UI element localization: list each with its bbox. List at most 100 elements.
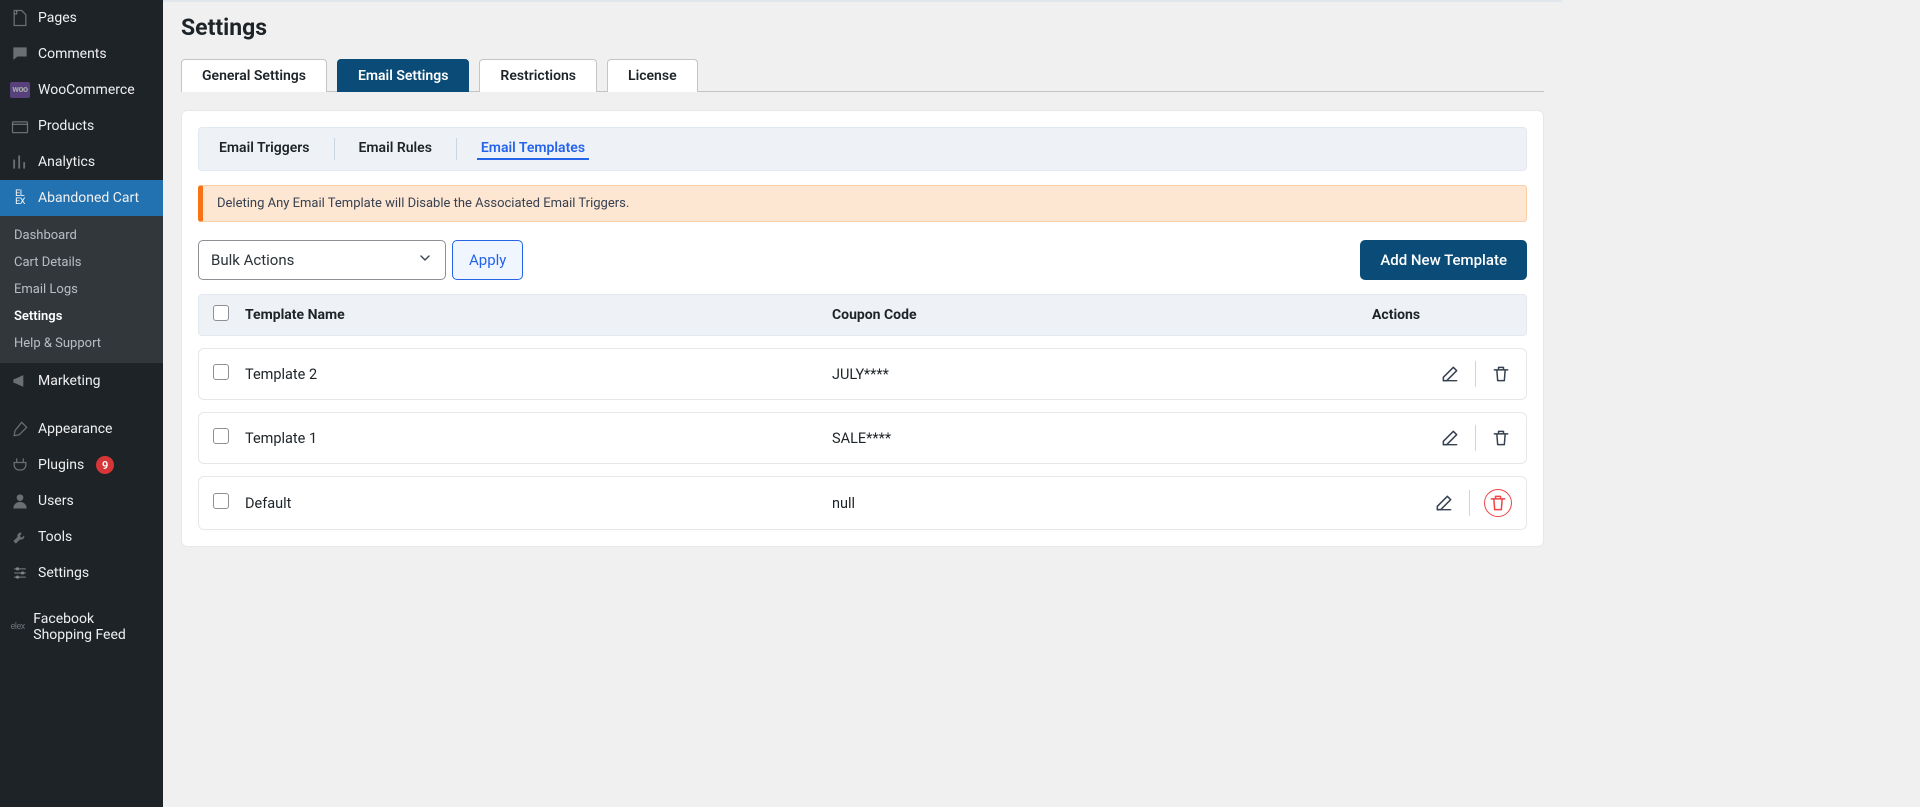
action-divider (1475, 361, 1476, 387)
sidebar-item-label: Settings (38, 565, 89, 581)
header-actions: Actions (1372, 307, 1512, 323)
sidebar-item-woocommerce[interactable]: woo WooCommerce (0, 72, 163, 108)
sidebar-item-label: Tools (38, 529, 72, 545)
wrench-icon (10, 527, 30, 547)
sidebar-item-analytics[interactable]: Analytics (0, 144, 163, 180)
subtab-email-rules[interactable]: Email Rules (355, 138, 436, 160)
sliders-icon (10, 563, 30, 583)
woocommerce-icon: woo (10, 80, 30, 100)
sidebar-item-marketing[interactable]: Marketing (0, 363, 163, 399)
table-row: Default null (198, 476, 1527, 530)
bulk-actions-select[interactable]: Bulk Actions (198, 240, 446, 280)
abandoned-cart-submenu: Dashboard Cart Details Email Logs Settin… (0, 216, 163, 363)
sidebar-item-settings[interactable]: Settings (0, 555, 163, 591)
table-row: Template 1 SALE**** (198, 412, 1527, 464)
table-toolbar: Bulk Actions Apply Add New Template (198, 240, 1527, 280)
subtab-label: Email Triggers (219, 140, 310, 156)
comments-icon (10, 44, 30, 64)
user-icon (10, 491, 30, 511)
sidebar-item-label: WooCommerce (38, 82, 135, 98)
sidebar-item-label: Facebook Shopping Feed (33, 611, 153, 643)
plug-icon (10, 455, 30, 475)
sidebar-item-label: Pages (38, 10, 77, 26)
sidebar-item-label: Abandoned Cart (38, 190, 139, 206)
warning-text: Deleting Any Email Template will Disable… (217, 196, 629, 211)
chevron-down-icon (417, 250, 433, 270)
submenu-dashboard[interactable]: Dashboard (0, 222, 163, 249)
table-header: Template Name Coupon Code Actions (198, 294, 1527, 336)
sidebar-item-label: Products (38, 118, 94, 134)
cell-coupon-code: null (832, 495, 1372, 512)
edit-button[interactable] (1433, 492, 1455, 514)
warning-banner: Deleting Any Email Template will Disable… (198, 185, 1527, 222)
edit-button[interactable] (1439, 427, 1461, 449)
brush-icon (10, 419, 30, 439)
subtab-divider (456, 138, 457, 160)
row-checkbox[interactable] (213, 493, 229, 509)
cell-template-name: Template 1 (245, 430, 832, 447)
sidebar-item-label: Users (38, 493, 74, 509)
row-checkbox[interactable] (213, 364, 229, 380)
elex-icon: elex (10, 617, 25, 637)
sidebar-item-abandoned-cart[interactable]: ELEX Abandoned Cart (0, 180, 163, 216)
cell-template-name: Template 2 (245, 366, 832, 383)
products-icon (10, 116, 30, 136)
cell-template-name: Default (245, 495, 832, 512)
cell-coupon-code: SALE**** (832, 430, 1372, 447)
action-divider (1469, 490, 1470, 516)
submenu-label: Dashboard (14, 228, 77, 243)
sidebar-item-label: Marketing (38, 373, 101, 389)
submenu-label: Cart Details (14, 255, 82, 270)
submenu-label: Email Logs (14, 282, 78, 297)
tab-email-settings[interactable]: Email Settings (337, 59, 469, 92)
sidebar-item-tools[interactable]: Tools (0, 519, 163, 555)
sidebar-item-pages[interactable]: Pages (0, 0, 163, 36)
megaphone-icon (10, 371, 30, 391)
primary-tabs: General Settings Email Settings Restrict… (181, 59, 1544, 92)
cell-coupon-code: JULY**** (832, 366, 1372, 383)
add-new-template-button[interactable]: Add New Template (1360, 240, 1527, 280)
submenu-cart-details[interactable]: Cart Details (0, 249, 163, 276)
delete-button[interactable] (1490, 427, 1512, 449)
submenu-settings[interactable]: Settings (0, 303, 163, 330)
table-row: Template 2 JULY**** (198, 348, 1527, 400)
action-divider (1475, 425, 1476, 451)
sidebar-item-plugins[interactable]: Plugins 9 (0, 447, 163, 483)
sidebar-item-comments[interactable]: Comments (0, 36, 163, 72)
elex-icon: ELEX (10, 188, 30, 208)
sidebar-item-users[interactable]: Users (0, 483, 163, 519)
subtab-email-triggers[interactable]: Email Triggers (215, 138, 314, 160)
delete-button[interactable] (1484, 489, 1512, 517)
subtab-label: Email Templates (481, 140, 585, 156)
sidebar-item-facebook-feed[interactable]: elex Facebook Shopping Feed (0, 603, 163, 651)
row-checkbox[interactable] (213, 428, 229, 444)
sidebar-item-appearance[interactable]: Appearance (0, 411, 163, 447)
email-sub-tabs: Email Triggers Email Rules Email Templat… (198, 127, 1527, 171)
tab-label: Restrictions (500, 68, 576, 84)
right-gutter (1562, 0, 1920, 807)
sidebar-item-label: Plugins (38, 457, 84, 473)
tab-license[interactable]: License (607, 59, 698, 92)
pages-icon (10, 8, 30, 28)
edit-button[interactable] (1439, 363, 1461, 385)
apply-button[interactable]: Apply (452, 240, 523, 280)
sidebar-item-label: Comments (38, 46, 107, 62)
top-accent-line (163, 0, 1562, 2)
delete-button[interactable] (1490, 363, 1512, 385)
header-template-name: Template Name (245, 307, 832, 323)
sidebar-item-label: Analytics (38, 154, 95, 170)
subtab-email-templates[interactable]: Email Templates (477, 138, 589, 160)
subtab-label: Email Rules (359, 140, 432, 156)
submenu-help-support[interactable]: Help & Support (0, 330, 163, 357)
admin-sidebar: Pages Comments woo WooCommerce Products … (0, 0, 163, 807)
sidebar-item-products[interactable]: Products (0, 108, 163, 144)
select-all-checkbox[interactable] (213, 305, 229, 321)
settings-panel: Email Triggers Email Rules Email Templat… (181, 110, 1544, 547)
main-content: Settings General Settings Email Settings… (163, 0, 1562, 807)
submenu-label: Settings (14, 309, 62, 324)
submenu-email-logs[interactable]: Email Logs (0, 276, 163, 303)
tab-restrictions[interactable]: Restrictions (479, 59, 597, 92)
header-coupon-code: Coupon Code (832, 307, 1372, 323)
bulk-select-label: Bulk Actions (211, 251, 294, 269)
tab-general-settings[interactable]: General Settings (181, 59, 327, 92)
